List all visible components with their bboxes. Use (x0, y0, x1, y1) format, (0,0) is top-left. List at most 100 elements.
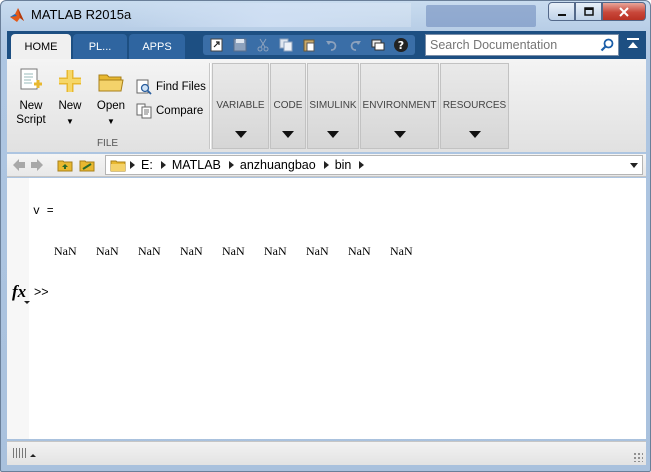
minimize-icon (557, 13, 566, 16)
output-value: NaN (54, 244, 77, 258)
chevron-down-icon: ▼ (66, 117, 74, 126)
maximize-icon (583, 6, 594, 16)
minimize-button[interactable] (548, 2, 575, 21)
file-group-label: FILE (96, 138, 119, 149)
tab-plots[interactable]: PL... (73, 34, 127, 59)
maximize-button[interactable] (575, 2, 602, 21)
path-crumb-anzhuangbao[interactable]: anzhuangbao (240, 158, 316, 172)
chevron-up-icon[interactable] (30, 454, 36, 457)
new-script-icon (17, 65, 45, 95)
folder-open-icon (97, 65, 125, 95)
output-values: NaN NaN NaN NaN NaN NaN NaN NaN NaN (54, 244, 432, 259)
window-controls (548, 2, 646, 21)
resize-grip-icon[interactable] (633, 452, 643, 462)
output-value: NaN (96, 244, 119, 258)
environment-group-label: ENVIRONMENT (362, 100, 437, 111)
close-icon (619, 6, 629, 17)
chevron-down-icon (234, 131, 247, 138)
save-icon[interactable] (230, 36, 250, 54)
paste-icon[interactable] (299, 36, 319, 54)
matlab-logo-icon (10, 8, 24, 22)
file-group: New Script New ▼ Open ▼ Find Files Compa… (7, 59, 208, 152)
path-crumb-drive[interactable]: E: (141, 158, 153, 172)
new-script-label-1: New (19, 100, 43, 112)
path-dropdown-icon[interactable] (630, 163, 638, 168)
output-value: NaN (138, 244, 161, 258)
search-documentation-box[interactable] (425, 34, 619, 56)
output-value: NaN (180, 244, 203, 258)
tab-home[interactable]: HOME (11, 34, 71, 59)
help-icon[interactable]: ? (391, 36, 411, 54)
status-grip-icon[interactable] (13, 448, 27, 458)
code-group[interactable]: CODE (270, 63, 306, 149)
matlab-window: MATLAB R2015a HOME PL... APPS ? Search D… (0, 0, 651, 472)
command-prompt[interactable]: >> (34, 285, 49, 299)
resources-group-label: RESOURCES (442, 100, 507, 111)
open-label: Open (96, 100, 126, 112)
output-value: NaN (390, 244, 413, 258)
output-variable-line: v = (33, 205, 54, 218)
search-input[interactable] (426, 35, 596, 55)
forward-arrow-icon[interactable] (29, 157, 45, 173)
shortcut-icon[interactable] (207, 36, 227, 54)
output-value: NaN (348, 244, 371, 258)
path-separator-icon (130, 161, 135, 169)
collapse-toolstrip-icon[interactable] (625, 37, 641, 53)
resources-group[interactable]: RESOURCES (440, 63, 509, 149)
copy-icon[interactable] (276, 36, 296, 54)
function-browser-icon[interactable]: fx (12, 282, 26, 302)
output-value: NaN (264, 244, 287, 258)
blurred-area (121, 3, 411, 27)
folder-icon (110, 160, 126, 172)
simulink-group[interactable]: SIMULINK (307, 63, 359, 149)
chevron-down-icon (468, 131, 481, 138)
variable-group-label: VARIABLE (216, 100, 265, 111)
command-gutter (7, 178, 29, 439)
blurred-area (426, 5, 536, 27)
group-divider (209, 63, 210, 149)
path-crumb-bin[interactable]: bin (335, 158, 352, 172)
status-bar (7, 441, 646, 465)
path-separator-icon[interactable] (228, 161, 234, 169)
chevron-down-icon (327, 131, 339, 138)
path-separator-icon[interactable] (160, 161, 166, 169)
toolstrip-tabs: HOME PL... APPS ? Search Documentation (7, 31, 646, 59)
path-separator-icon[interactable] (359, 161, 365, 169)
path-crumb-matlab[interactable]: MATLAB (172, 158, 221, 172)
window-title: MATLAB R2015a (31, 7, 132, 22)
search-icon[interactable] (600, 38, 614, 52)
undo-icon[interactable] (322, 36, 342, 54)
path-box[interactable]: E: MATLAB anzhuangbao bin (105, 155, 643, 175)
quick-access-toolbar: ? (203, 35, 415, 55)
title-bar: MATLAB R2015a (1, 1, 650, 29)
path-separator-icon[interactable] (323, 161, 329, 169)
back-arrow-icon[interactable] (11, 157, 27, 173)
switch-windows-icon[interactable] (368, 36, 388, 54)
open-button[interactable]: Open ▼ (93, 65, 129, 129)
redo-icon[interactable] (345, 36, 365, 54)
up-folder-icon[interactable] (57, 157, 73, 173)
find-files-icon (136, 79, 152, 95)
command-window[interactable]: v = NaN NaN NaN NaN NaN NaN NaN NaN NaN … (7, 178, 646, 439)
current-folder-bar: E: MATLAB anzhuangbao bin (7, 154, 646, 177)
find-files-label: Find Files (156, 81, 206, 93)
cut-icon[interactable] (253, 36, 273, 54)
variable-group[interactable]: VARIABLE (212, 63, 269, 149)
chevron-down-icon (24, 301, 30, 304)
new-script-button[interactable]: New Script (15, 65, 47, 127)
compare-button[interactable]: Compare (136, 103, 203, 119)
new-plus-icon (56, 65, 84, 95)
new-label: New (58, 100, 82, 112)
new-button[interactable]: New ▼ (53, 65, 87, 129)
svg-text:?: ? (398, 39, 404, 52)
browse-folder-icon[interactable] (79, 157, 95, 173)
output-value: NaN (306, 244, 329, 258)
find-files-button[interactable]: Find Files (136, 79, 206, 95)
tab-apps[interactable]: APPS (129, 34, 185, 59)
environment-group[interactable]: ENVIRONMENT (360, 63, 439, 149)
close-button[interactable] (602, 2, 646, 21)
chevron-down-icon (282, 131, 294, 138)
chevron-down-icon: ▼ (107, 117, 115, 126)
compare-icon (136, 103, 152, 119)
output-value: NaN (222, 244, 245, 258)
